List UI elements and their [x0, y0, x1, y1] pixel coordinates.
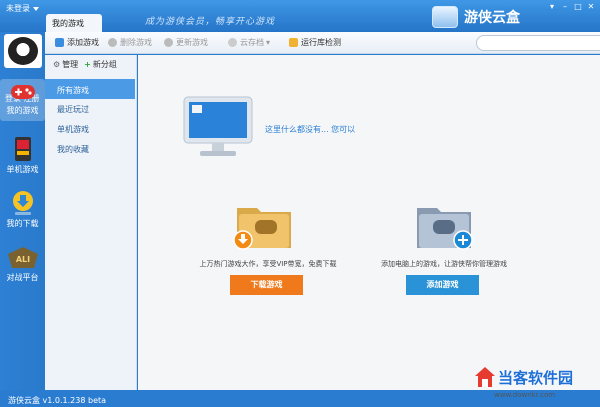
watermark-url: www.downkr.com — [494, 391, 556, 399]
runtime-check-icon — [289, 38, 298, 47]
main-content: 这里什么都没有... 您可以 上万热门游戏大作，享受VIP带宽，免费下载 添加电… — [138, 55, 600, 390]
tab-my-games[interactable]: 我的游戏 — [46, 14, 102, 32]
nav-item-label: 我的游戏 — [6, 106, 39, 115]
side-list-header: ⚙ 管理 + 新分组 — [53, 59, 117, 70]
cloud-save-button[interactable]: 云存档 ▾ — [228, 37, 270, 48]
update-game-button[interactable]: 更新游戏 — [164, 37, 208, 48]
nav-item-label: 对战平台 — [6, 273, 39, 282]
toolbar: 添加游戏 删除游戏 更新游戏 云存档 ▾ 运行库检测 — [45, 32, 600, 54]
new-group-button[interactable]: + 新分组 — [84, 59, 117, 70]
download-icon — [12, 191, 33, 215]
cloud-save-label: 云存档 — [240, 38, 264, 47]
close-icon[interactable]: ✕ — [586, 3, 596, 11]
plus-icon — [55, 38, 64, 47]
game-folder-download-icon — [233, 208, 291, 250]
category-favorites[interactable]: 我的收藏 — [45, 138, 135, 158]
category-single-player[interactable]: 单机游戏 — [45, 118, 135, 138]
user-avatar-icon — [8, 37, 38, 65]
cloud-box-logo-icon — [432, 6, 458, 28]
nav-item-my-games[interactable]: 我的游戏 — [0, 79, 45, 121]
app-window: 未登录 我的游戏 成为游侠会员，畅享开心游戏 游侠云盒 ▾ – □ ✕ 登录 注… — [0, 0, 600, 407]
plus-icon: + — [84, 60, 91, 69]
gamepad-icon — [10, 85, 35, 99]
new-group-label: 新分组 — [92, 60, 117, 69]
category-recently-played[interactable]: 最近玩过 — [45, 98, 135, 118]
runtime-check-label: 运行库检测 — [301, 38, 341, 47]
watermark-text: 当客软件园 — [498, 368, 574, 387]
battle-platform-icon: ALI — [7, 247, 38, 268]
add-game-label: 添加游戏 — [67, 38, 99, 47]
cloud-icon — [228, 38, 237, 47]
chevron-down-icon: ▾ — [266, 38, 271, 47]
window-controls: ▾ – □ ✕ — [547, 3, 596, 11]
manage-button[interactable]: ⚙ 管理 — [53, 59, 78, 70]
download-games-button[interactable]: 下载游戏 — [230, 275, 303, 295]
game-category-list: ⚙ 管理 + 新分组 所有游戏 最近玩过 单机游戏 我的收藏 — [45, 55, 137, 390]
runtime-check-button[interactable]: 运行库检测 — [289, 37, 341, 48]
minimize-icon[interactable]: – — [560, 3, 570, 11]
delete-icon — [108, 38, 117, 47]
vip-slogan[interactable]: 成为游侠会员，畅享开心游戏 — [145, 14, 275, 27]
gear-icon: ⚙ — [53, 60, 61, 69]
nav-item-label: 我的下载 — [6, 219, 39, 228]
add-description: 添加电脑上的游戏，让游侠帮你管理游戏 — [381, 260, 507, 268]
house-icon — [475, 367, 495, 387]
login-status-menu[interactable]: 未登录 — [6, 3, 39, 14]
nav-item-single-player[interactable]: 单机游戏 — [0, 136, 45, 178]
manage-label: 管理 — [62, 60, 79, 69]
chevron-down-icon — [33, 6, 39, 11]
avatar[interactable] — [4, 34, 42, 68]
skin-icon[interactable]: ▾ — [547, 3, 557, 11]
search-input[interactable] — [476, 35, 600, 51]
left-nav: 登录 注册 我的游戏 单机游戏 我的下载 ALI 对战平台 — [0, 32, 45, 390]
brand: 游侠云盒 — [432, 6, 520, 28]
refresh-icon — [164, 38, 173, 47]
add-games-button[interactable]: 添加游戏 — [406, 275, 479, 295]
add-game-button[interactable]: 添加游戏 — [55, 37, 99, 48]
nav-item-label: 单机游戏 — [6, 165, 39, 174]
brand-name: 游侠云盒 — [464, 10, 520, 26]
arcade-icon — [14, 137, 31, 161]
title-bar: 未登录 我的游戏 成为游侠会员，畅享开心游戏 游侠云盒 ▾ – □ ✕ — [0, 0, 600, 32]
svg-text:ALI: ALI — [15, 255, 29, 264]
nav-item-my-downloads[interactable]: 我的下载 — [0, 190, 45, 232]
login-status-label: 未登录 — [6, 4, 30, 13]
maximize-icon[interactable]: □ — [573, 3, 583, 11]
nav-item-battle-platform[interactable]: ALI 对战平台 — [0, 246, 45, 288]
delete-game-label: 删除游戏 — [120, 38, 152, 47]
game-folder-add-icon — [417, 208, 473, 250]
version-label: 游侠云盒 v1.0.1.238 beta — [8, 396, 107, 405]
monitor-icon — [183, 96, 253, 156]
category-all-games[interactable]: 所有游戏 — [45, 79, 135, 99]
watermark: 当客软件园 — [474, 366, 573, 388]
empty-state-message: 这里什么都没有... 您可以 — [265, 125, 356, 134]
update-game-label: 更新游戏 — [176, 38, 208, 47]
download-description: 上万热门游戏大作，享受VIP带宽，免费下载 — [199, 260, 337, 268]
delete-game-button[interactable]: 删除游戏 — [108, 37, 152, 48]
